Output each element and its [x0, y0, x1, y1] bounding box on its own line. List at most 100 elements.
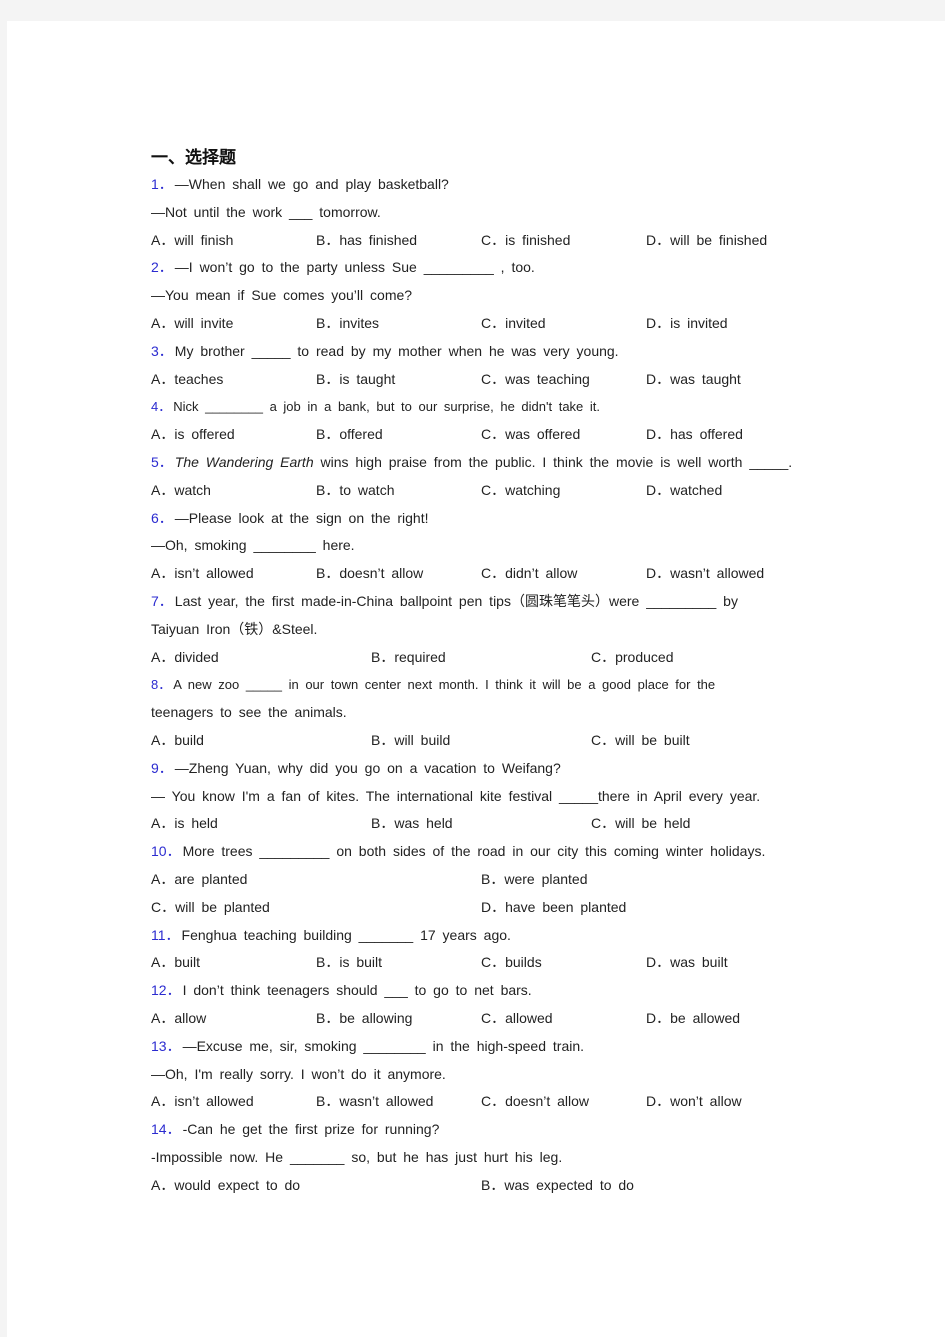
options-row: A．teaches B．is taught C．was teaching D．w…	[151, 366, 811, 394]
options-row: A．watch B．to watch C．watching D．watched	[151, 477, 811, 505]
option-a[interactable]: A．are planted	[151, 866, 481, 894]
option-a[interactable]: A．will finish	[151, 227, 316, 255]
option-a[interactable]: A．isn’t allowed	[151, 560, 316, 588]
question-text-line: —You mean if Sue comes you’ll come?	[151, 287, 413, 304]
question-text-line: —Not until the work ___ tomorrow.	[151, 203, 381, 220]
option-b[interactable]: B．wasn’t allowed	[316, 1088, 481, 1116]
option-a[interactable]: A．watch	[151, 477, 316, 505]
option-d[interactable]: D．was built	[646, 949, 811, 977]
options-row: A．divided B．required C．produced	[151, 644, 811, 672]
question-13: 13． —Excuse me, sir, smoking ________ in …	[151, 1033, 811, 1061]
option-a[interactable]: A．isn’t allowed	[151, 1088, 316, 1116]
question-number: 4．	[151, 399, 172, 415]
question-12: 12． I don’t think teenagers should ___ to…	[151, 977, 811, 1005]
options-row: A．is offered B．offered C．was offered D．h…	[151, 421, 811, 449]
option-c[interactable]: C．allowed	[481, 1005, 646, 1033]
question-number: 9．	[151, 759, 173, 776]
options-row: A．build B．will build C．will be built	[151, 727, 811, 755]
option-c[interactable]: C．builds	[481, 949, 646, 977]
options-row: C．will be planted D．have been planted	[151, 894, 811, 922]
question-text: —I won’t go to the party unless Sue ____…	[174, 259, 535, 276]
question-number: 3．	[151, 342, 173, 359]
option-b[interactable]: B．will build	[371, 727, 591, 755]
question-text: Nick ________ a job in a bank, but to ou…	[173, 399, 601, 415]
question-number: 6．	[151, 509, 173, 526]
question-number: 1．	[151, 176, 173, 192]
option-a[interactable]: A．is offered	[151, 421, 316, 449]
question-4: 4． Nick ________ a job in a bank, but to …	[151, 393, 811, 421]
option-b[interactable]: B．was expected to do	[481, 1172, 811, 1200]
movie-title: The Wandering Earth	[174, 453, 314, 470]
option-c[interactable]: C．didn’t allow	[481, 560, 646, 588]
question-9: 9． —Zheng Yuan, why did you go on a vacat…	[151, 755, 811, 783]
option-c[interactable]: C．will be held	[591, 810, 811, 838]
question-text-line: —Oh, smoking ________ here.	[151, 537, 355, 554]
option-a[interactable]: A．is held	[151, 810, 371, 838]
option-a[interactable]: A．will invite	[151, 310, 316, 338]
option-b[interactable]: B．required	[371, 644, 591, 672]
option-d[interactable]: D．has offered	[646, 421, 811, 449]
question-text: —Please look at the sign on the right!	[174, 509, 429, 526]
question-1: 1． —When shall we go and play basketball?	[151, 171, 811, 199]
question-text: —Zheng Yuan, why did you go on a vacatio…	[174, 759, 561, 776]
option-b[interactable]: B．is built	[316, 949, 481, 977]
option-c[interactable]: C．produced	[591, 644, 811, 672]
options-row: A．are planted B．were planted	[151, 866, 811, 894]
option-a[interactable]: A．would expect to do	[151, 1172, 481, 1200]
question-text: —When shall we go and play basketball?	[174, 176, 449, 192]
option-d[interactable]: D．will be finished	[646, 227, 811, 255]
question-text: Last year, the first made-in-China ballp…	[174, 592, 738, 609]
section-title: 一、选择题	[151, 148, 236, 168]
question-text: I don’t think teenagers should ___ to go…	[182, 982, 532, 999]
option-b[interactable]: B．doesn’t allow	[316, 560, 481, 588]
options-row: A．built B．is built C．builds D．was built	[151, 949, 811, 977]
question-11: 11． Fenghua teaching building _______ 17 …	[151, 922, 811, 950]
question-text-line: teenagers to see the animals.	[151, 704, 347, 721]
option-b[interactable]: B．has finished	[316, 227, 481, 255]
question-text: More trees _________ on both sides of th…	[182, 843, 766, 860]
option-a[interactable]: A．allow	[151, 1005, 316, 1033]
option-c[interactable]: C．will be built	[591, 727, 811, 755]
option-a[interactable]: A．divided	[151, 644, 371, 672]
question-text: -Can he get the first prize for running?	[182, 1121, 440, 1138]
option-a[interactable]: A．build	[151, 727, 371, 755]
option-b[interactable]: B．to watch	[316, 477, 481, 505]
option-d[interactable]: D．was taught	[646, 366, 811, 394]
option-b[interactable]: B．offered	[316, 421, 481, 449]
question-number: 7．	[151, 592, 173, 609]
option-c[interactable]: C．is finished	[481, 227, 646, 255]
option-c[interactable]: C．was offered	[481, 421, 646, 449]
option-b[interactable]: B．invites	[316, 310, 481, 338]
options-row: A．will invite B．invites C．invited D．is i…	[151, 310, 811, 338]
option-d[interactable]: D．be allowed	[646, 1005, 811, 1033]
document-content: 一、选择题 1． —When shall we go and play baske…	[151, 145, 811, 1199]
options-row: A．isn’t allowed B．doesn’t allow C．didn’t…	[151, 560, 811, 588]
option-c[interactable]: C．invited	[481, 310, 646, 338]
option-c[interactable]: C．watching	[481, 477, 646, 505]
option-d[interactable]: D．won’t allow	[646, 1088, 811, 1116]
option-b[interactable]: B．were planted	[481, 866, 811, 894]
question-number: 13．	[151, 1037, 181, 1054]
option-c[interactable]: C．was teaching	[481, 366, 646, 394]
option-c[interactable]: C．doesn’t allow	[481, 1088, 646, 1116]
option-a[interactable]: A．built	[151, 949, 316, 977]
options-row: A．will finish B．has finished C．is finish…	[151, 227, 811, 255]
question-text: —Excuse me, sir, smoking ________ in the…	[182, 1037, 585, 1054]
question-number: 12．	[151, 982, 181, 999]
option-b[interactable]: B．was held	[371, 810, 591, 838]
option-b[interactable]: B．be allowing	[316, 1005, 481, 1033]
option-c[interactable]: C．will be planted	[151, 894, 481, 922]
option-d[interactable]: D．have been planted	[481, 894, 811, 922]
document-page: 一、选择题 1． —When shall we go and play baske…	[7, 21, 945, 1337]
question-text-line: -Impossible now. He _______ so, but he h…	[151, 1148, 563, 1165]
option-a[interactable]: A．teaches	[151, 366, 316, 394]
question-14: 14． -Can he get the first prize for runni…	[151, 1116, 811, 1144]
question-number: 8．	[151, 677, 172, 693]
option-d[interactable]: D．is invited	[646, 310, 811, 338]
option-d[interactable]: D．watched	[646, 477, 811, 505]
option-d[interactable]: D．wasn’t allowed	[646, 560, 811, 588]
option-b[interactable]: B．is taught	[316, 366, 481, 394]
question-5: 5． The Wandering Earth wins high praise f…	[151, 449, 811, 477]
question-text-line: —Oh, I'm really sorry. I won’t do it any…	[151, 1065, 446, 1082]
question-number: 11．	[151, 926, 180, 943]
